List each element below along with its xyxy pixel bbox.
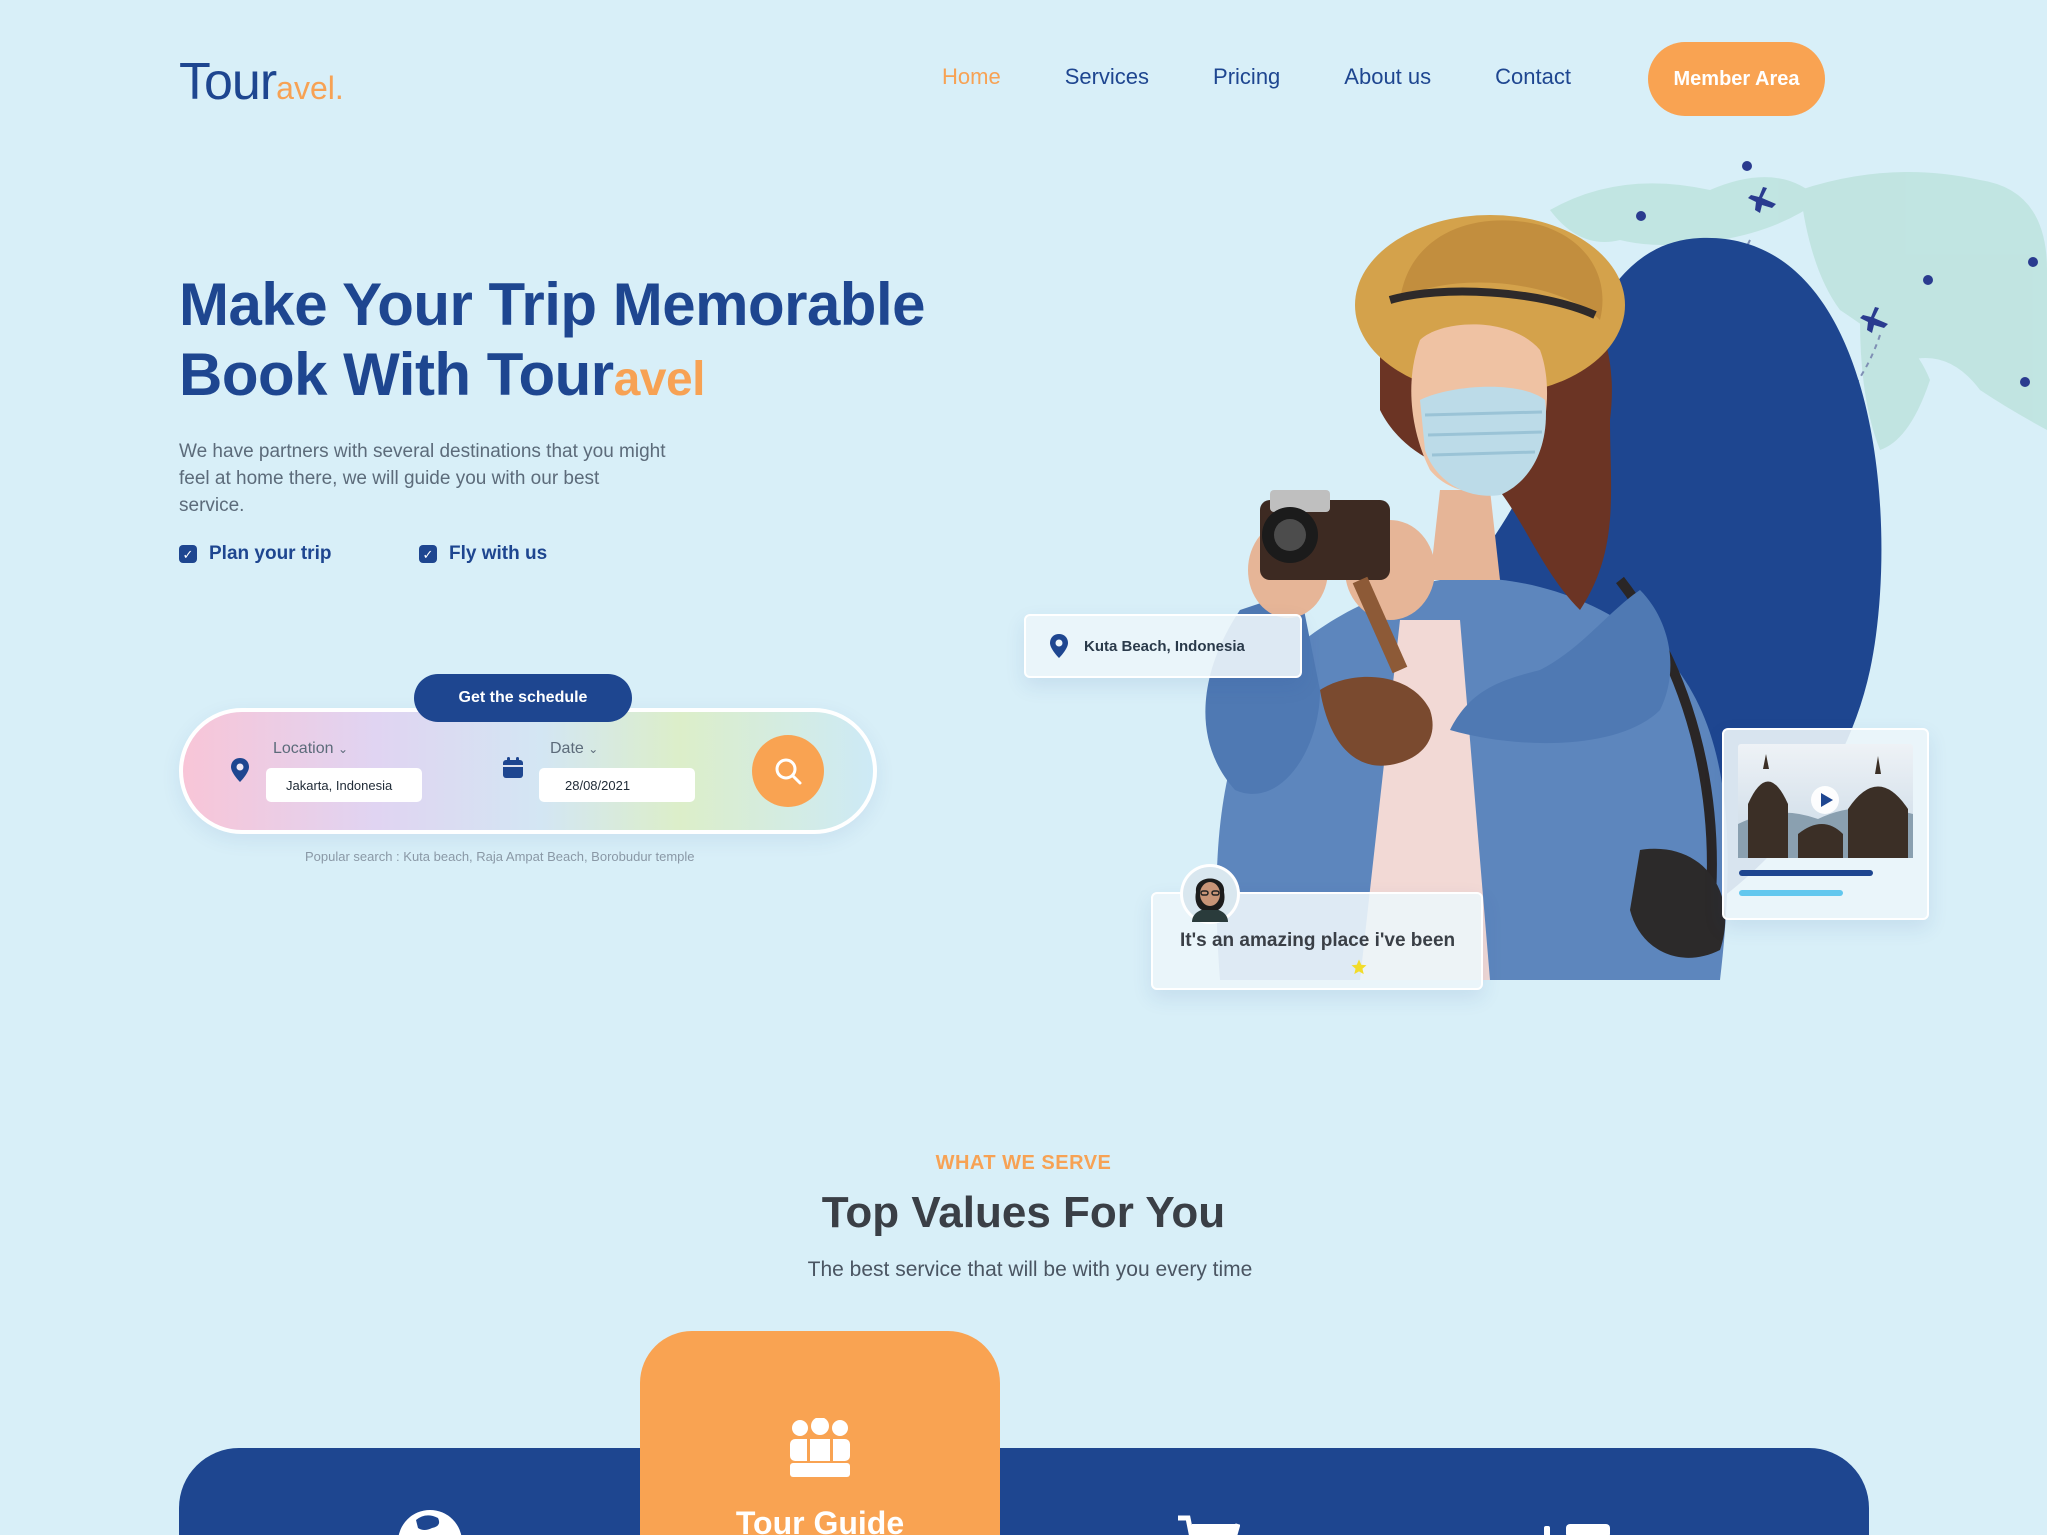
globe-icon <box>398 1510 462 1535</box>
check-fly-with-us-label: Fly with us <box>449 543 548 564</box>
section-subtitle: The best service that will be with you e… <box>807 1258 1253 1281</box>
avatar <box>1180 864 1240 924</box>
section-eyebrow: WHAT WE SERVE <box>935 1152 1112 1174</box>
video-progress-track <box>1739 870 1873 876</box>
hero-title-line2: Book With Tour <box>179 341 614 408</box>
check-plan-trip[interactable]: ✓ Plan your trip <box>179 543 331 565</box>
location-dropdown[interactable]: Location ⌄ <box>273 740 348 758</box>
checkbox-checked-icon[interactable]: ✓ <box>419 545 437 563</box>
group-icon <box>790 1418 850 1477</box>
location-pin-icon <box>1050 634 1068 658</box>
check-fly-with-us[interactable]: ✓ Fly with us <box>419 543 547 565</box>
hero-title: Make Your Trip Memorable Book With Toura… <box>179 270 926 415</box>
calendar-check-icon <box>1544 1524 1610 1535</box>
search-button[interactable] <box>752 735 824 807</box>
logo-main: Tour <box>179 53 277 111</box>
hero-title-line1: Make Your Trip Memorable <box>179 271 926 338</box>
nav-about-us[interactable]: About us <box>1344 64 1431 90</box>
checkbox-checked-icon[interactable]: ✓ <box>179 545 197 563</box>
section-title: Top Values For You <box>821 1188 1226 1237</box>
calendar-icon <box>503 757 523 778</box>
check-plan-trip-label: Plan your trip <box>209 543 332 564</box>
location-card[interactable]: Kuta Beach, Indonesia <box>1024 614 1302 678</box>
video-progress-bar <box>1739 890 1843 896</box>
nav-home[interactable]: Home <box>942 64 1001 90</box>
popular-search: Popular search : Kuta beach, Raja Ampat … <box>305 849 695 864</box>
member-area-button[interactable]: Member Area <box>1648 42 1825 116</box>
nav-pricing[interactable]: Pricing <box>1213 64 1280 90</box>
review-text: It's an amazing place i've been <box>1180 930 1456 951</box>
cart-icon <box>1178 1515 1240 1535</box>
hero-title-accent: avel <box>613 353 706 406</box>
date-label: Date <box>550 740 584 757</box>
nav-services[interactable]: Services <box>1065 64 1149 90</box>
search-icon <box>775 758 802 785</box>
chevron-down-icon: ⌄ <box>337 742 349 756</box>
star-icon <box>1351 959 1367 975</box>
date-dropdown[interactable]: Date ⌄ <box>550 740 598 758</box>
logo[interactable]: Touravel. <box>179 52 344 112</box>
main-nav: Home Services Pricing About us Contact <box>942 64 1635 90</box>
video-thumbnail[interactable] <box>1738 744 1913 858</box>
chevron-down-icon: ⌄ <box>588 742 599 756</box>
value-card-label: Tour Guide <box>735 1505 905 1535</box>
location-input[interactable] <box>266 768 422 802</box>
location-card-label: Kuta Beach, Indonesia <box>1084 637 1245 655</box>
location-pin-icon <box>231 758 249 782</box>
nav-contact[interactable]: Contact <box>1495 64 1571 90</box>
logo-accent: avel. <box>276 70 344 106</box>
get-schedule-button[interactable]: Get the schedule <box>414 674 632 722</box>
hero-subtitle: We have partners with several destinatio… <box>179 441 666 516</box>
location-label: Location <box>273 740 334 757</box>
date-input[interactable] <box>539 768 695 802</box>
